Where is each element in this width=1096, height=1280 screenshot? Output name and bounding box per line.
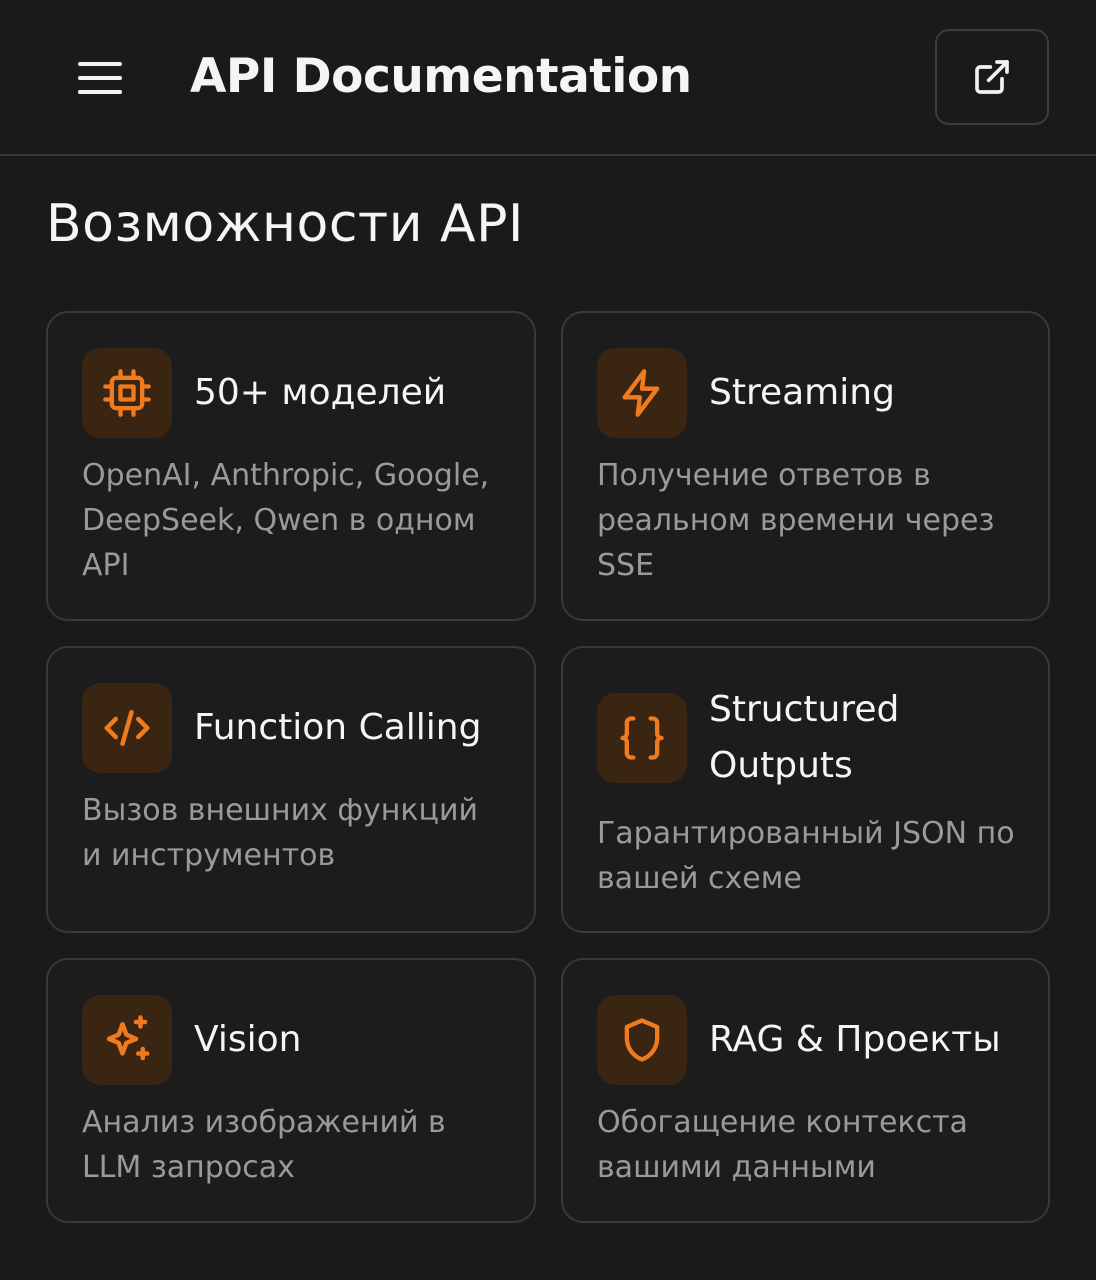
feature-icon-container	[597, 995, 687, 1085]
menu-button[interactable]	[60, 38, 140, 118]
description-line: Анализ изображений в	[82, 1105, 446, 1140]
feature-description: Вызов внешних функций и инструментов	[82, 788, 522, 878]
feature-icon-container	[597, 693, 687, 783]
feature-title: Vision	[194, 1019, 302, 1060]
feature-card-function-calling[interactable]: Function Calling Вызов внешних функций и…	[46, 646, 536, 933]
description-line: DeepSeek, Qwen в одном	[82, 503, 476, 538]
feature-title: RAG & Проекты	[709, 1019, 1001, 1060]
description-line: реальном времени через	[597, 503, 995, 538]
feature-card-structured-outputs[interactable]: Structured Outputs Гарантированный JSON …	[561, 646, 1050, 933]
feature-title: Streaming	[709, 372, 895, 413]
section-title: Возможности API	[46, 194, 524, 254]
open-external-button[interactable]	[935, 29, 1049, 125]
feature-card-streaming[interactable]: Streaming Получение ответов в реальном в…	[561, 311, 1050, 621]
feature-title: Function Calling	[194, 707, 482, 748]
lightning-bolt-icon	[622, 369, 660, 417]
description-line: вашей схеме	[597, 861, 802, 896]
feature-icon-container	[82, 348, 172, 438]
feature-description: OpenAI, Anthropic, Google, DeepSeek, Qwe…	[82, 453, 522, 588]
feature-description: Обогащение контекста вашими данными	[597, 1100, 1037, 1190]
feature-icon-container	[82, 995, 172, 1085]
description-line: Гарантированный JSON по	[597, 816, 1015, 851]
cpu-chip-icon	[103, 369, 151, 417]
feature-description: Гарантированный JSON по вашей схеме	[597, 811, 1047, 901]
shield-icon	[624, 1018, 660, 1062]
page-title: API Documentation	[190, 49, 692, 104]
feature-title: 50+ моделей	[194, 372, 447, 413]
description-line: Получение ответов в	[597, 458, 931, 493]
hamburger-menu-icon	[78, 62, 122, 94]
external-link-icon	[975, 60, 1009, 94]
feature-title-line: Structured	[709, 689, 900, 730]
description-line: LLM запросах	[82, 1150, 295, 1185]
description-line: SSE	[597, 548, 655, 583]
feature-title-line: Outputs	[709, 745, 853, 786]
feature-icon-container	[597, 348, 687, 438]
description-line: и инструментов	[82, 838, 336, 873]
feature-description: Анализ изображений в LLM запросах	[82, 1100, 522, 1190]
description-line: вашими данными	[597, 1150, 876, 1185]
feature-description: Получение ответов в реальном времени чер…	[597, 453, 1037, 588]
description-line: Вызов внешних функций	[82, 793, 478, 828]
code-brackets-icon	[104, 710, 150, 746]
description-line: API	[82, 548, 130, 583]
feature-icon-container	[82, 683, 172, 773]
feature-card-rag[interactable]: RAG & Проекты Обогащение контекста вашим…	[561, 958, 1050, 1223]
feature-title: Structured Outputs	[709, 682, 899, 794]
description-line: Обогащение контекста	[597, 1105, 968, 1140]
feature-card-vision[interactable]: Vision Анализ изображений в LLM запросах	[46, 958, 536, 1223]
sparkles-icon	[106, 1015, 150, 1061]
curly-braces-icon	[620, 716, 664, 760]
feature-card-models[interactable]: 50+ моделей OpenAI, Anthropic, Google, D…	[46, 311, 536, 621]
description-line: OpenAI, Anthropic, Google,	[82, 458, 490, 493]
top-app-bar: API Documentation	[0, 0, 1096, 156]
